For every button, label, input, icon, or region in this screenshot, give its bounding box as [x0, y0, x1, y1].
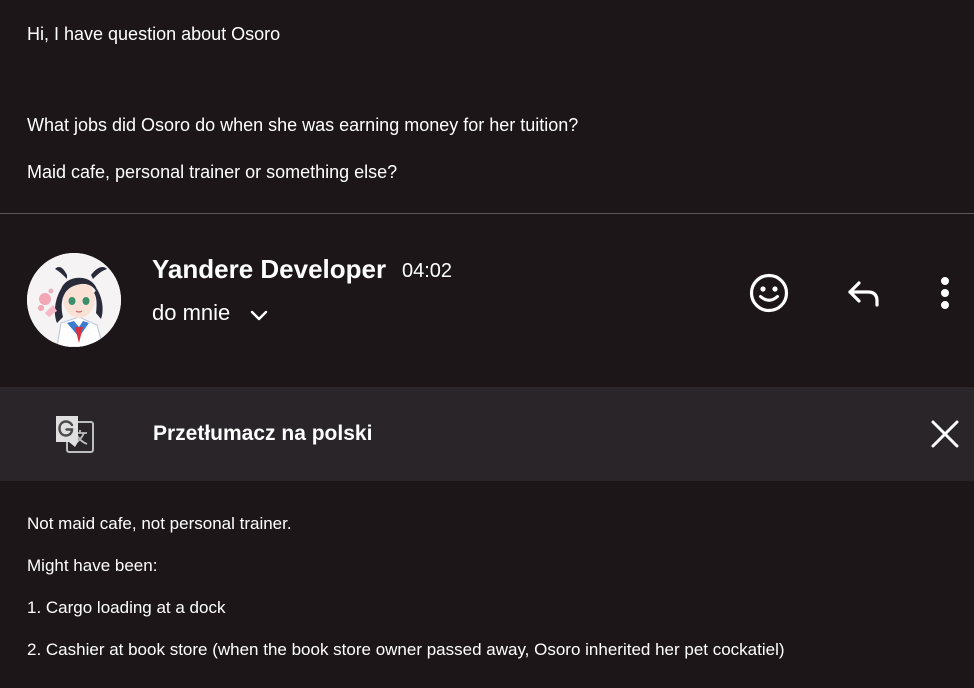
close-icon — [931, 420, 959, 448]
more-options-button[interactable] — [921, 269, 969, 317]
google-translate-icon — [56, 416, 94, 453]
message-time: 04:02 — [402, 260, 453, 282]
close-translate-button[interactable] — [921, 410, 969, 458]
reply-button[interactable] — [839, 269, 887, 317]
translate-label[interactable]: Przetłumacz na polski — [153, 421, 372, 447]
recipient-label[interactable]: do mnie — [152, 299, 230, 327]
quoted-message: Hi, I have question about Osoro What job… — [0, 0, 974, 213]
sender-avatar[interactable] — [27, 253, 121, 347]
body-line: 2. Cashier at book store (when the book … — [27, 640, 785, 659]
anime-girl-avatar-icon — [27, 253, 121, 347]
message-header[interactable] — [0, 214, 974, 387]
translate-bar[interactable] — [0, 387, 974, 481]
smiley-icon — [749, 273, 789, 313]
body-line: 1. Cargo loading at a dock — [27, 598, 226, 617]
reply-icon — [848, 281, 879, 307]
body-line: Not maid cafe, not personal trainer. — [27, 514, 292, 533]
chevron-down-icon[interactable] — [249, 308, 269, 324]
more-vertical-icon — [941, 277, 949, 309]
quoted-line: What jobs did Osoro do when she was earn… — [27, 115, 579, 135]
add-reaction-button[interactable] — [745, 269, 793, 317]
sender-name[interactable]: Yandere Developer — [152, 254, 386, 284]
body-line: Might have been: — [27, 556, 158, 575]
quoted-line: Hi, I have question about Osoro — [27, 24, 281, 44]
quoted-line: Maid cafe, personal trainer or something… — [27, 162, 398, 182]
